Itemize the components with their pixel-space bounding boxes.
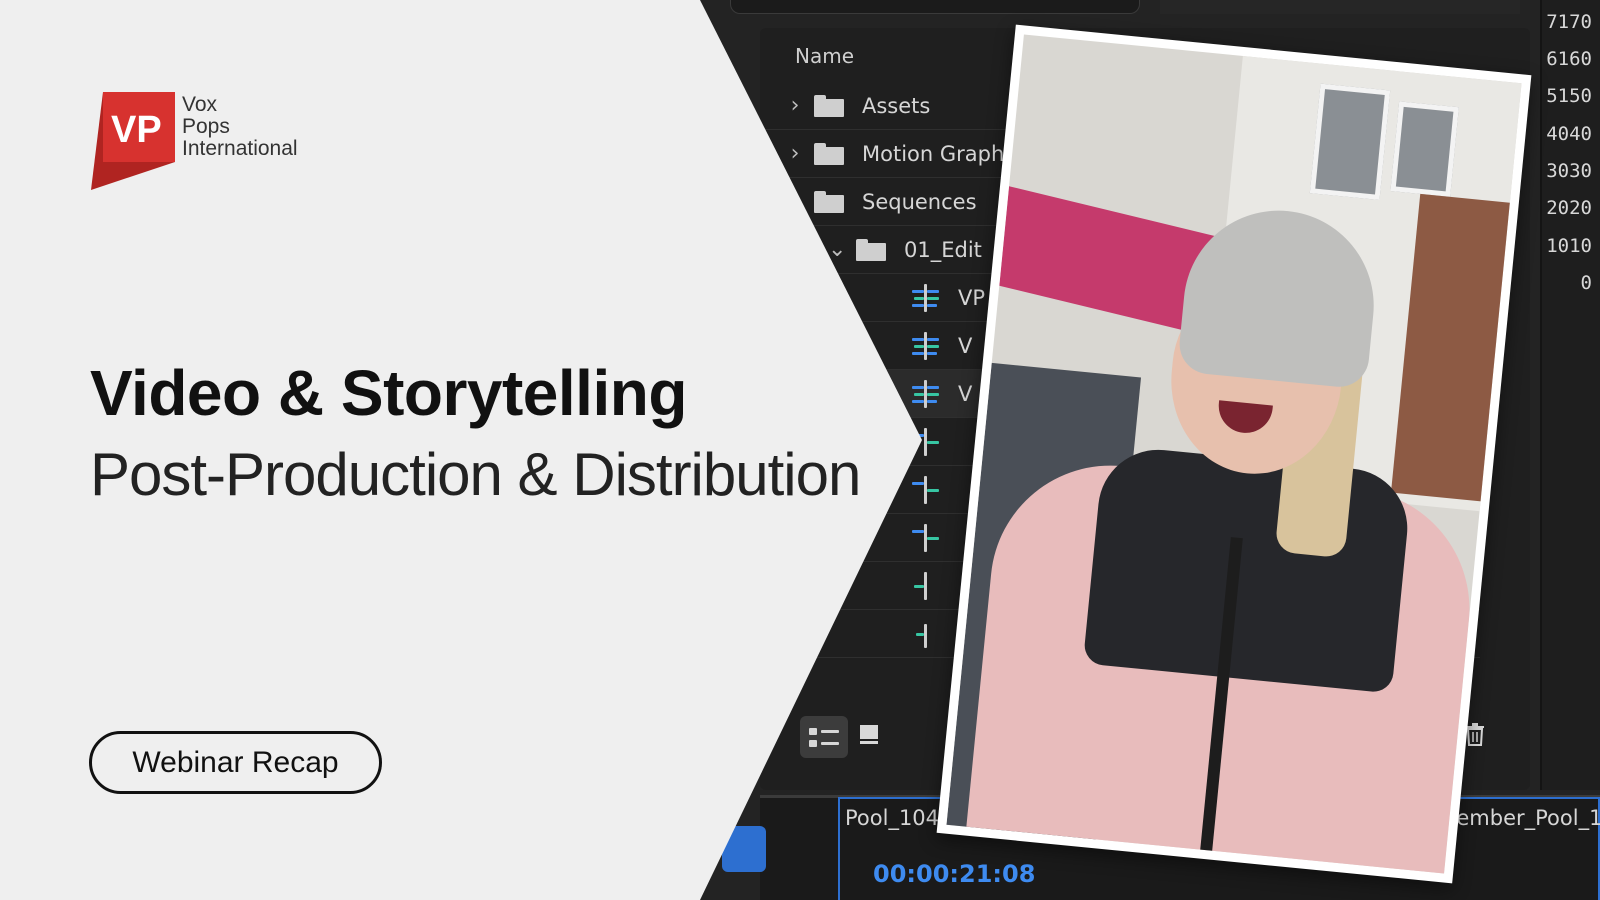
page-subtitle: Post-Production & Distribution: [90, 441, 861, 508]
ruler-tick: 6160: [1546, 48, 1592, 70]
list-view-button[interactable]: [800, 716, 848, 758]
row-label: V: [958, 333, 973, 358]
row-label: V: [958, 381, 973, 406]
sequence-icon: [912, 283, 940, 312]
icon-view-button[interactable]: [857, 722, 881, 746]
ruler-tick: 4040: [1546, 123, 1592, 145]
ruler-tick: 2020: [1546, 197, 1592, 219]
sequence-icon: [912, 475, 940, 504]
ruler-tick: 5150: [1546, 85, 1592, 107]
interview-photo: [936, 24, 1532, 884]
sequence-icon: [912, 379, 940, 408]
panel-header: [1160, 0, 1520, 14]
vp-logo-icon: VP: [91, 92, 175, 190]
sequence-icon: [912, 620, 940, 648]
brand-name-line: International: [182, 137, 298, 160]
sequence-icon: [912, 523, 940, 552]
chevron-right-icon[interactable]: ›: [786, 141, 804, 166]
ruler-tick: 7170: [1546, 11, 1592, 33]
brand-name-line: Vox: [182, 93, 218, 116]
page-title: Video & Storytelling: [90, 357, 687, 429]
ruler-tick: 1010: [1546, 235, 1592, 257]
timecode-display[interactable]: 00:00:21:08: [873, 860, 1035, 888]
row-label: Motion Graph: [862, 141, 1005, 166]
chevron-right-icon[interactable]: ›: [786, 93, 804, 118]
chevron-down-icon[interactable]: ⌄: [828, 237, 846, 262]
ruler-tick: 3030: [1546, 160, 1592, 182]
window: [1390, 101, 1459, 197]
row-label: Sequences: [862, 189, 977, 214]
row-label: Assets: [862, 93, 931, 118]
row-label: VP: [958, 285, 986, 310]
webinar-recap-badge[interactable]: Webinar Recap: [89, 731, 382, 794]
row-label: 01_Edit: [904, 237, 982, 262]
logo-initials: VP: [111, 109, 162, 151]
brand-name: Vox Pops International: [182, 94, 298, 160]
sequence-icon: [912, 331, 940, 360]
audio-meter-ruler: 7170 6160 5150 4040 3030 2020 1010 0: [1540, 0, 1600, 790]
folder-icon: [814, 142, 844, 165]
sequence-icon: [912, 571, 940, 600]
photo-content: [946, 34, 1522, 874]
folder-icon: [814, 190, 844, 213]
brand-name-line: Pops: [182, 115, 230, 138]
window: [1309, 83, 1391, 200]
folder-icon: [814, 94, 844, 117]
search-bar[interactable]: [730, 0, 1140, 14]
ruler-tick: 0: [1580, 272, 1592, 294]
jacket-collar: [1082, 444, 1413, 694]
folder-icon: [856, 238, 886, 261]
column-header-name[interactable]: Name: [795, 44, 854, 68]
icon-view-icon: [860, 725, 878, 744]
